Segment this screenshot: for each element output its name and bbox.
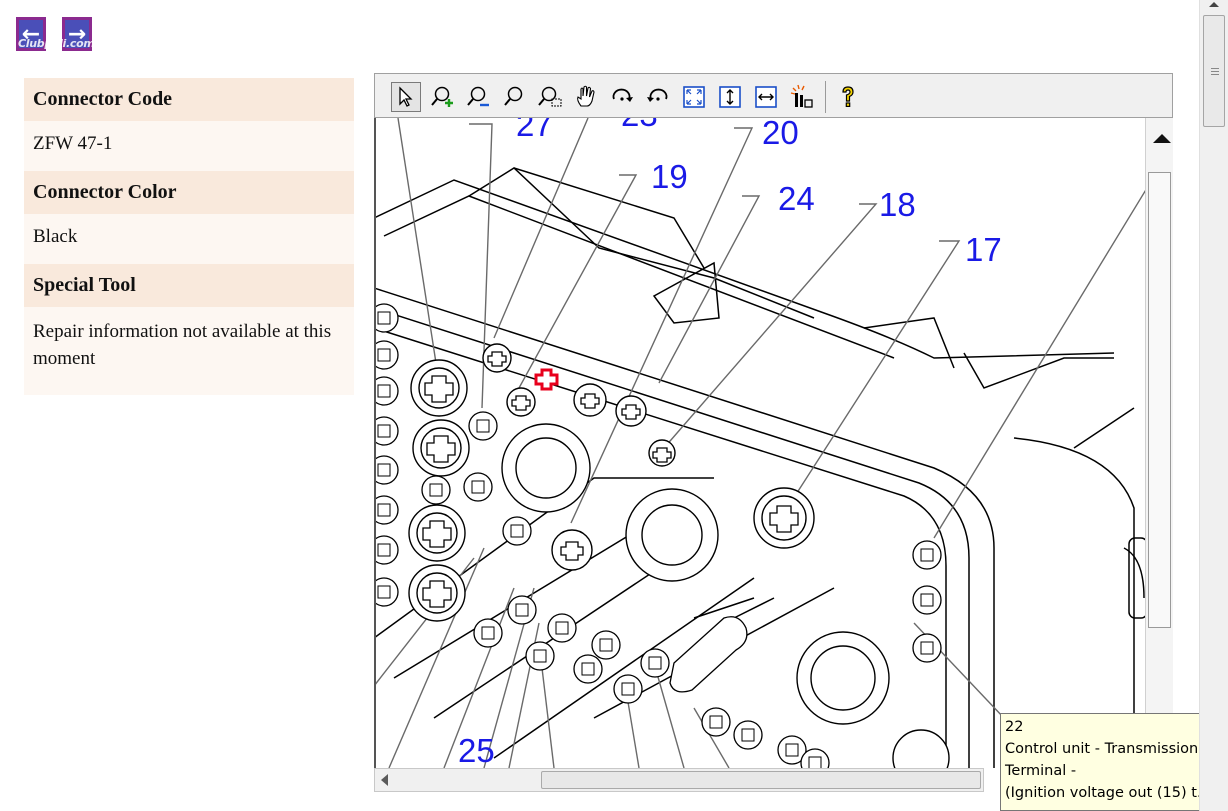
connector-color-value: Black: [24, 214, 354, 264]
connector-info-panel: Connector Code ZFW 47-1 Connector Color …: [24, 78, 354, 395]
fit-window-icon: [683, 86, 705, 108]
fit-width-button[interactable]: [751, 82, 781, 112]
special-tool-label: Special Tool: [24, 264, 354, 307]
callout-24[interactable]: 24: [778, 180, 815, 218]
callout-20[interactable]: 20: [762, 118, 799, 152]
callout-19[interactable]: 19: [651, 158, 688, 196]
tooltip-pin-number: 22: [1005, 719, 1024, 735]
fit-height-button[interactable]: [715, 82, 745, 112]
rotate-right-icon: [647, 88, 668, 102]
rotate-right-button[interactable]: [643, 82, 673, 112]
fit-height-icon: [719, 86, 741, 108]
zoom-icon: [504, 86, 523, 106]
pan-button[interactable]: [571, 82, 601, 112]
connector-code-label: Connector Code: [24, 78, 354, 121]
callout-25[interactable]: 25: [458, 732, 495, 768]
diagram-horizontal-scrollbar[interactable]: [374, 768, 984, 792]
select-tool-button[interactable]: [391, 82, 421, 112]
rotate-left-icon: [612, 88, 633, 102]
callout-18[interactable]: 18: [879, 186, 916, 224]
connector-code-value: ZFW 47-1: [24, 121, 354, 171]
diagram-vertical-scrollbar[interactable]: [1145, 118, 1173, 768]
page-vertical-scrollbar[interactable]: [1199, 0, 1228, 811]
fit-width-icon: [755, 86, 777, 108]
pin-tooltip: 22 Control unit - Transmission Terminal …: [1000, 713, 1228, 811]
tooltip-description: (Ignition voltage out (15) t...: [1005, 785, 1211, 801]
scroll-left-arrow-icon[interactable]: [381, 774, 388, 786]
connector-color-label: Connector Color: [24, 171, 354, 214]
help-button[interactable]: [833, 82, 863, 112]
zoom-in-button[interactable]: [427, 82, 457, 112]
help-icon: [842, 86, 854, 108]
watermark-logo: Clubpeli.com: [18, 37, 95, 50]
zoom-area-icon: [538, 86, 562, 107]
diagram-vertical-scroll-thumb[interactable]: [1148, 172, 1171, 628]
zoom-out-button[interactable]: [463, 82, 493, 112]
select-arrow-icon: [399, 86, 413, 107]
zoom-button[interactable]: [499, 82, 529, 112]
scroll-up-arrow-icon[interactable]: [1153, 134, 1171, 143]
connector-diagram[interactable]: 27 23 20 19 24 18 17 25: [374, 118, 1145, 768]
fit-window-button[interactable]: [679, 82, 709, 112]
callout-17[interactable]: 17: [965, 231, 1002, 269]
zoom-area-button[interactable]: [535, 82, 565, 112]
diagram-horizontal-scroll-thumb[interactable]: [541, 771, 981, 789]
rotate-left-button[interactable]: [607, 82, 637, 112]
viewer-toolbar: [374, 73, 1173, 118]
zoom-out-icon: [467, 86, 489, 107]
tooltip-component: Control unit - Transmission: [1005, 741, 1199, 757]
highlight-button[interactable]: [787, 82, 817, 112]
callout-23[interactable]: 23: [621, 118, 658, 134]
pan-hand-icon: [577, 85, 595, 107]
special-tool-value: Repair information not available at this…: [24, 307, 354, 395]
callout-27[interactable]: 27: [516, 118, 553, 144]
page-vertical-scroll-thumb[interactable]: [1203, 15, 1225, 127]
page-scroll-up-arrow-icon[interactable]: [1209, 2, 1219, 7]
tooltip-terminal: Terminal -: [1005, 763, 1077, 779]
zoom-in-icon: [431, 86, 453, 107]
diagram-viewer: 27 23 20 19 24 18 17 25: [374, 73, 1173, 798]
highlight-icon: [790, 84, 813, 108]
